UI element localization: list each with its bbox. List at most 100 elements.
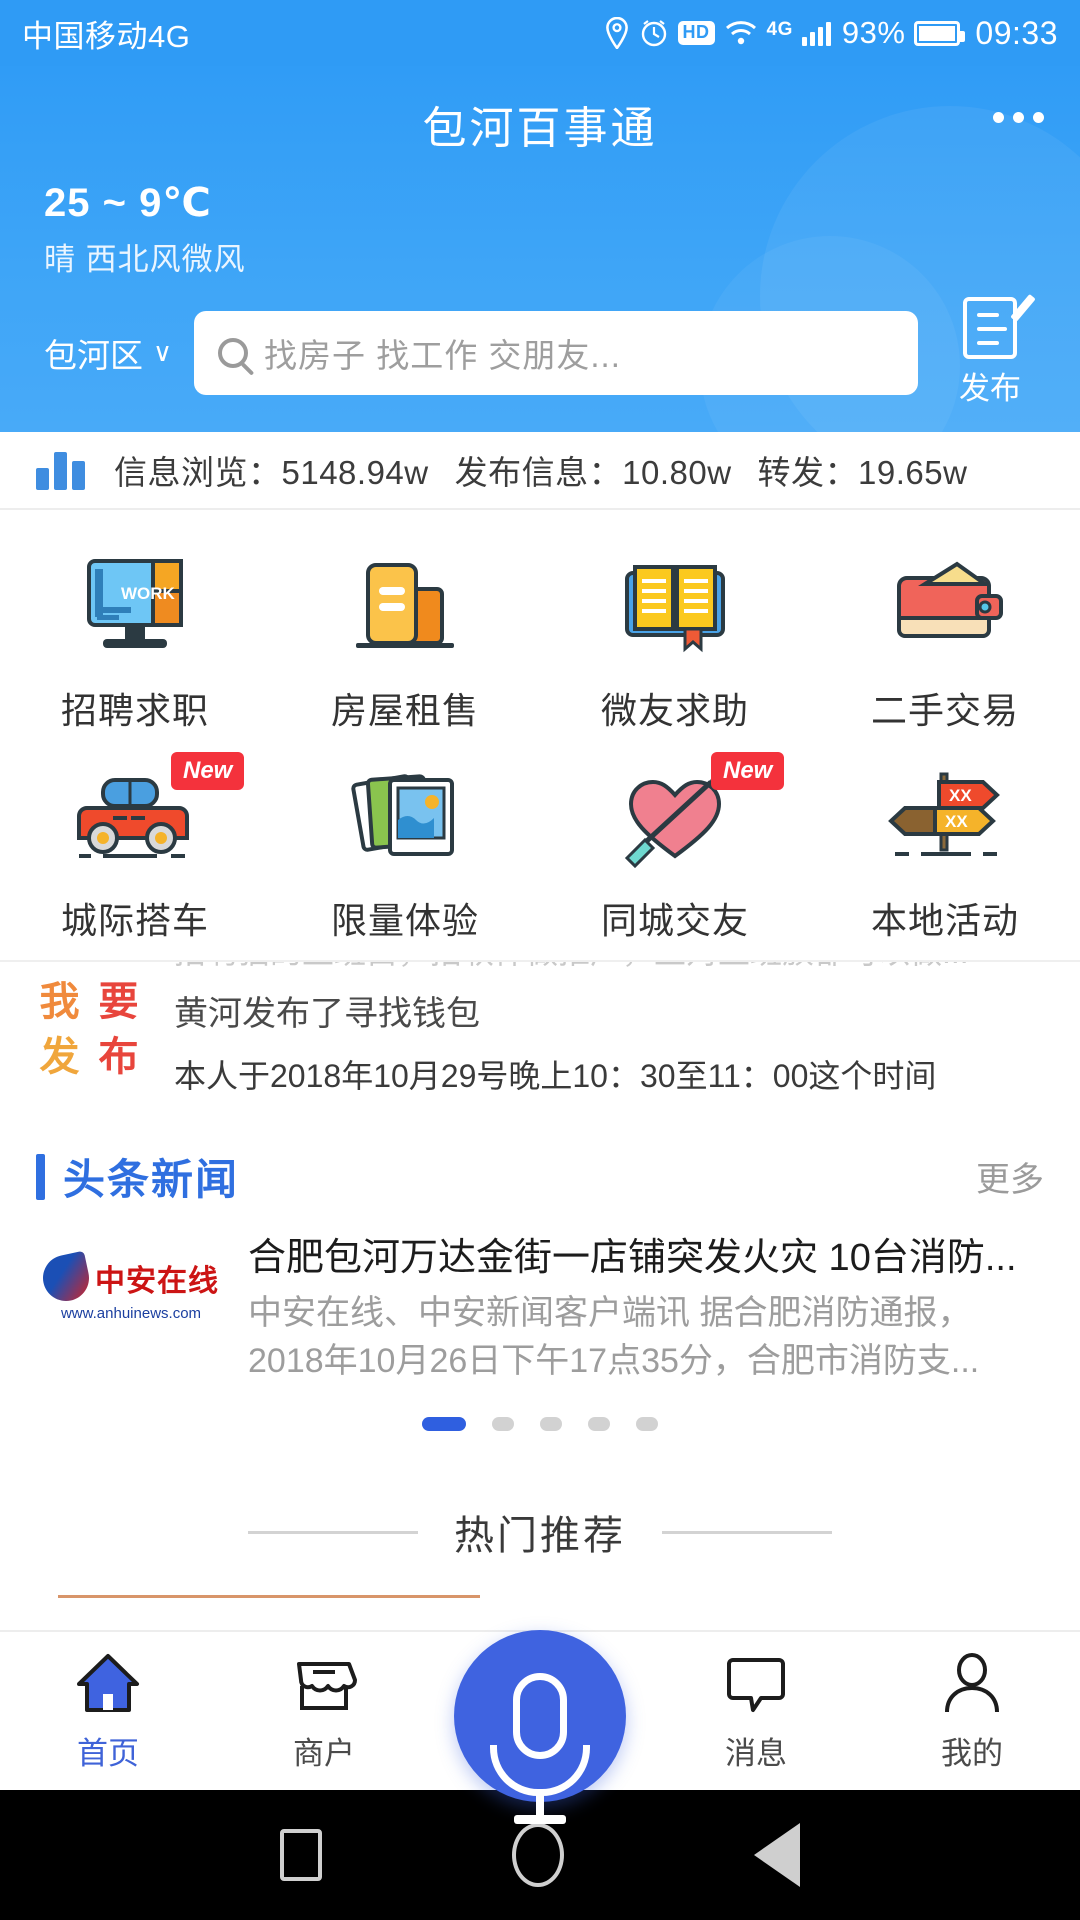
grid-item-housing[interactable]: 房屋租售 (270, 536, 540, 740)
svg-text:XX: XX (945, 812, 968, 831)
grid-item-experience[interactable]: 限量体验 (270, 746, 540, 950)
news-more-link[interactable]: 更多 (976, 1152, 1044, 1201)
pagination-dot[interactable] (492, 1417, 514, 1431)
grid-item-label: 本地活动 (870, 900, 1019, 941)
wifi-icon (724, 19, 758, 47)
home-circle-icon[interactable] (512, 1823, 564, 1887)
news-desc-line1: 中安在线、中安新闻客户端讯 据合肥消防通报， (248, 1294, 972, 1332)
grid-item-label: 房屋租售 (330, 690, 479, 731)
location-pin-icon (604, 17, 630, 49)
status-bar: 中国移动4G HD 4G 93% 09:33 (0, 0, 1080, 66)
grid-item-label: 城际搭车 (60, 900, 209, 941)
battery-percent-label: 93% (841, 15, 906, 50)
divider-right (662, 1530, 832, 1534)
svg-text:XX: XX (949, 786, 972, 805)
stat-posts: 发布信息：10.80w (454, 454, 732, 491)
chevron-down-icon: ∨ (153, 337, 173, 367)
ticker-line-previous: 招聘猫的上班白，招软件做推广，上对上班族都可以做... (174, 962, 1050, 983)
section-accent-bar (36, 1153, 45, 1200)
wallet-icon (870, 546, 1020, 666)
carrier-label: 中国移动4G (22, 18, 191, 54)
news-source-url: www.anhuinews.com (60, 1304, 202, 1322)
news-item[interactable]: 中安在线 www.anhuinews.com 合肥包河万达金街一店铺突发火灾 1… (0, 1217, 1080, 1391)
bar-chart-icon (36, 450, 92, 490)
tab-label: 我的 (941, 1736, 1003, 1771)
tab-label: 商户 (293, 1736, 355, 1771)
stats-bar: 信息浏览：5148.94w 发布信息：10.80w 转发：19.65w (0, 432, 1080, 510)
tab-home[interactable]: 首页 (0, 1646, 216, 1773)
weather-condition: 晴 西北风微风 (44, 242, 246, 277)
grid-item-label: 微友求助 (600, 690, 749, 731)
grid-item-recruit[interactable]: WORK 招聘求职 (0, 536, 270, 740)
grid-item-label: 同城交友 (600, 900, 749, 941)
anhuinews-swoosh-icon (38, 1250, 94, 1305)
stat-views: 信息浏览：5148.94w (114, 454, 429, 491)
app-header: 包河百事通 25 ~ 9℃ 晴 西北风微风 包河区 ∨ 找房子 找工作 交朋友.… (0, 66, 1080, 432)
publish-button[interactable]: 发布 (930, 297, 1050, 408)
pagination-dot[interactable] (422, 1417, 466, 1431)
grid-item-label: 二手交易 (870, 690, 1019, 731)
grid-item-secondhand[interactable]: 二手交易 (810, 536, 1080, 740)
hot-section-title: 热门推荐 (454, 1514, 626, 1558)
hot-recommend-section: 热门推荐 (0, 1477, 1080, 1613)
hd-icon: HD (677, 21, 715, 45)
buildings-icon (330, 546, 480, 666)
location-selector[interactable]: 包河区 ∨ (44, 329, 172, 377)
publish-note-icon (963, 297, 1017, 359)
grid-item-carpool[interactable]: New 城际搭车 (0, 746, 270, 950)
recents-square-icon[interactable] (280, 1829, 322, 1881)
4g-icon: 4G (766, 18, 793, 40)
shop-icon (289, 1646, 359, 1720)
new-badge: New (711, 752, 785, 790)
weather-widget[interactable]: 25 ~ 9℃ 晴 西北风微风 (0, 166, 1080, 279)
tab-profile[interactable]: 我的 (864, 1646, 1080, 1773)
new-badge: New (171, 752, 245, 790)
signal-icon (801, 20, 831, 46)
pagination-dot[interactable] (636, 1417, 658, 1431)
publish-label: 发布 (959, 371, 1021, 406)
grid-item-label: 限量体验 (330, 900, 479, 941)
search-placeholder: 找房子 找工作 交朋友... (264, 336, 621, 374)
grid-item-label: 招聘求职 (60, 690, 209, 731)
news-pagination[interactable] (0, 1391, 1080, 1461)
news-source-name: 中安在线 (95, 1264, 219, 1298)
ticker-list: 招聘猫的上班白，招软件做推广，上对上班族都可以做... 黄河发布了寻找钱包 本人… (174, 962, 1050, 1100)
photos-icon (330, 756, 480, 876)
more-dots-icon[interactable] (993, 112, 1044, 123)
back-triangle-icon[interactable] (754, 1823, 800, 1887)
divider-left (248, 1530, 418, 1534)
tab-label: 消息 (725, 1736, 787, 1771)
badge-char: 布 (98, 1035, 139, 1079)
tab-label: 首页 (77, 1736, 139, 1771)
grid-item-local-events[interactable]: XX XX 本地活动 (810, 746, 1080, 950)
grid-item-dating[interactable]: New 同城交友 (540, 746, 810, 950)
microphone-icon (513, 1673, 567, 1824)
pagination-dot[interactable] (588, 1417, 610, 1431)
home-icon (73, 1646, 143, 1720)
pagination-dot[interactable] (540, 1417, 562, 1431)
battery-icon (914, 20, 966, 46)
news-title: 合肥包河万达金街一店铺突发火灾 10台消防... (248, 1237, 1017, 1279)
message-icon (721, 1646, 791, 1720)
page-title: 包河百事通 (422, 104, 658, 153)
publish-ticker[interactable]: 我 要 发 布 招聘猫的上班白，招软件做推广，上对上班族都可以做... 黄河发布… (0, 960, 1080, 1100)
svg-text:WORK: WORK (121, 584, 176, 603)
clock-label: 09:33 (975, 14, 1058, 51)
alarm-icon (639, 18, 669, 48)
badge-char: 发 (39, 1035, 80, 1079)
category-grid: WORK 招聘求职 房屋租售 微友求助 二手交易 New 城际搭车 限量体验 N… (0, 510, 1080, 960)
search-input[interactable]: 找房子 找工作 交朋友... (194, 310, 918, 395)
badge-char: 要 (98, 980, 139, 1024)
ticker-line-current: 黄河发布了寻找钱包 (174, 995, 480, 1033)
news-desc-line2: 2018年10月26日下午17点35分，合肥市消防支... (248, 1342, 980, 1380)
location-label: 包河区 (44, 336, 143, 374)
grid-item-help[interactable]: 微友求助 (540, 536, 810, 740)
ticker-line-next: 本人于2018年10月29号晚上10：30至11：00这个时间 (174, 1058, 937, 1094)
tab-message[interactable]: 消息 (648, 1646, 864, 1773)
voice-search-fab[interactable] (454, 1630, 626, 1824)
tab-shop[interactable]: 商户 (216, 1646, 432, 1773)
stat-forwards: 转发：19.65w (757, 454, 968, 491)
weather-temperature: 25 ~ 9℃ (44, 181, 212, 225)
user-icon (937, 1646, 1007, 1720)
news-source-logo: 中安在线 www.anhuinews.com (36, 1233, 226, 1343)
